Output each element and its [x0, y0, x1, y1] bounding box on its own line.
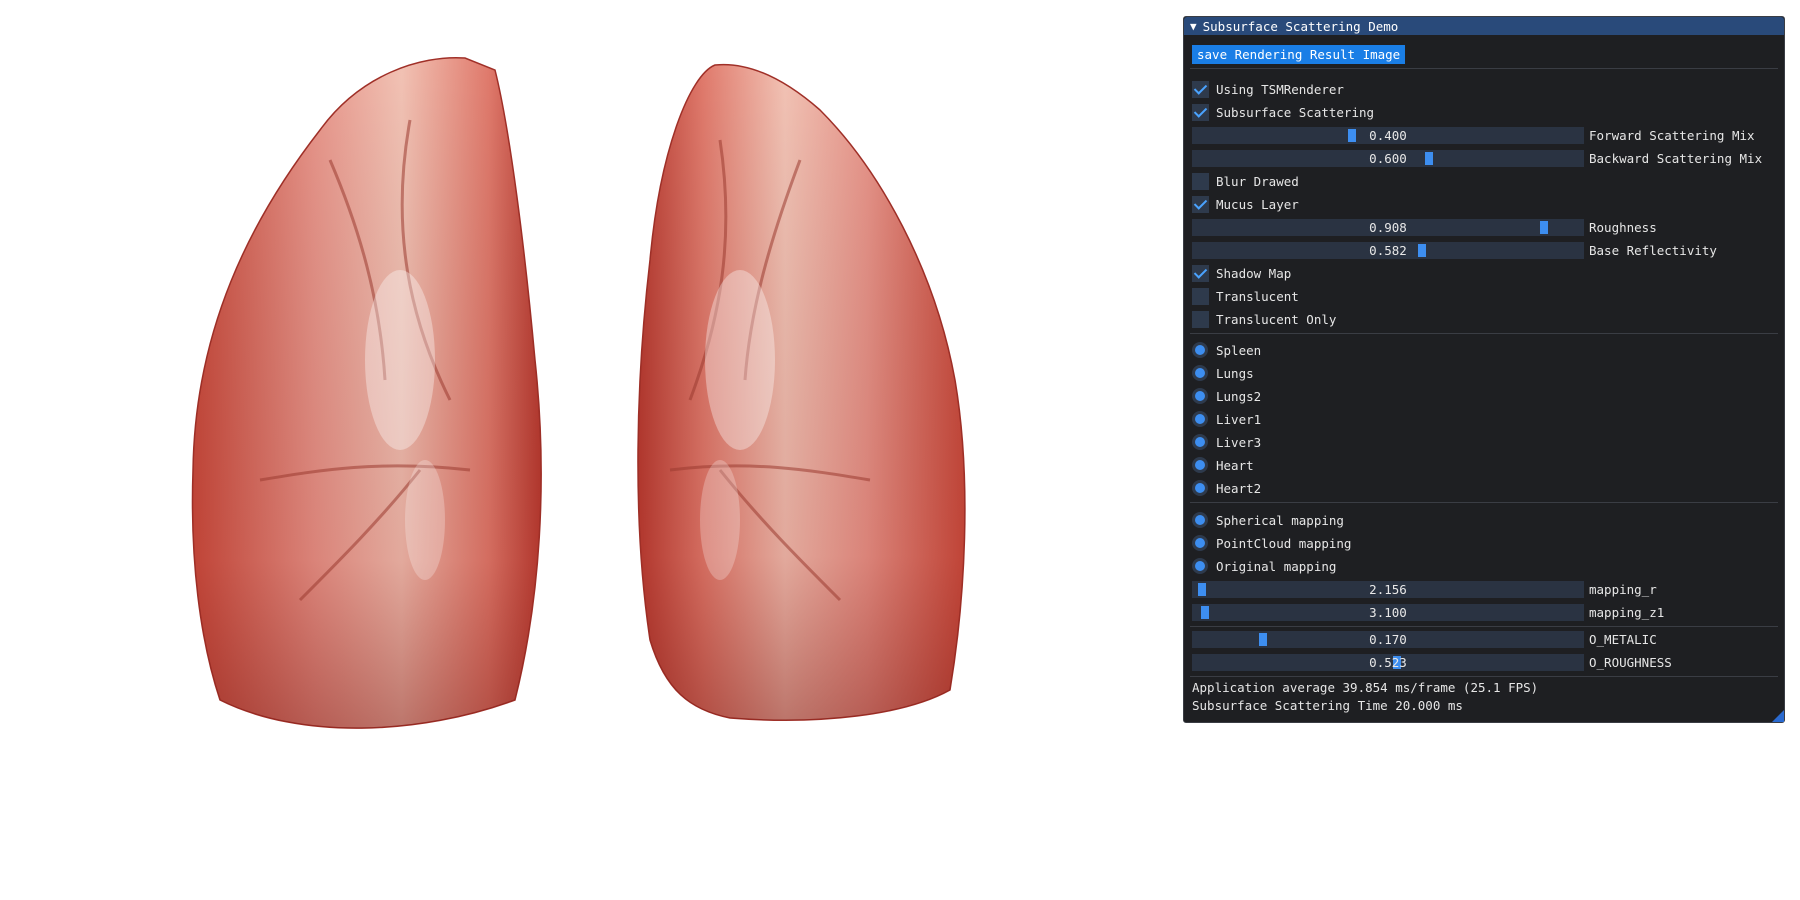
radio-row-spherical-mapping[interactable]: Spherical mapping: [1192, 511, 1776, 529]
slider-mapping-z1[interactable]: 3.100: [1192, 603, 1584, 621]
slider-label: Forward Scattering Mix: [1589, 127, 1755, 143]
slider-roughness[interactable]: 0.908: [1192, 218, 1584, 236]
resize-grip-icon[interactable]: [1772, 710, 1784, 722]
radio-row-original-mapping[interactable]: Original mapping: [1192, 557, 1776, 575]
checkbox-row-tsm-renderer[interactable]: Using TSMRenderer: [1192, 80, 1776, 98]
checkbox-translucent[interactable]: [1192, 287, 1209, 305]
checkbox-label: Translucent: [1216, 288, 1299, 304]
slider-value: 2.156: [1369, 581, 1407, 597]
slider-row-mapping-r[interactable]: 2.156 mapping_r: [1192, 580, 1776, 598]
radio-label: Original mapping: [1216, 558, 1337, 574]
save-image-button[interactable]: save Rendering Result Image: [1192, 45, 1406, 64]
slider-row-backward-scattering[interactable]: 0.600 Backward Scattering Mix: [1192, 149, 1776, 167]
slider-row-mapping-z1[interactable]: 3.100 mapping_z1: [1192, 603, 1776, 621]
slider-row-forward-scattering[interactable]: 0.400 Forward Scattering Mix: [1192, 126, 1776, 144]
slider-value: 0.523: [1369, 654, 1407, 670]
separator: [1190, 68, 1778, 69]
radio-row-lungs[interactable]: Lungs: [1192, 364, 1776, 382]
radio-lungs[interactable]: [1192, 365, 1208, 381]
radio-label: Spleen: [1216, 342, 1262, 358]
separator: [1190, 333, 1778, 334]
slider-value: 0.400: [1369, 127, 1407, 143]
radio-spherical-mapping[interactable]: [1192, 512, 1208, 528]
checkbox-row-translucent-only[interactable]: Translucent Only: [1192, 310, 1776, 328]
window-titlebar[interactable]: ▼ Subsurface Scattering Demo: [1184, 17, 1784, 35]
render-viewport[interactable]: [0, 0, 1180, 900]
slider-label: O_METALIC: [1589, 631, 1657, 647]
slider-forward-scattering[interactable]: 0.400: [1192, 126, 1584, 144]
slider-mapping-r[interactable]: 2.156: [1192, 580, 1584, 598]
separator: [1190, 502, 1778, 503]
settings-window[interactable]: ▼ Subsurface Scattering Demo save Render…: [1183, 16, 1785, 723]
separator: [1190, 676, 1778, 677]
radio-spleen[interactable]: [1192, 342, 1208, 358]
radio-heart[interactable]: [1192, 457, 1208, 473]
slider-value: 0.170: [1369, 631, 1407, 647]
slider-row-o-roughness[interactable]: 0.523 O_ROUGHNESS: [1192, 653, 1776, 671]
radio-liver3[interactable]: [1192, 434, 1208, 450]
radio-label: Lungs: [1216, 365, 1254, 381]
radio-label: Heart2: [1216, 480, 1262, 496]
slider-row-roughness[interactable]: 0.908 Roughness: [1192, 218, 1776, 236]
checkbox-shadow-map[interactable]: [1192, 264, 1209, 282]
checkbox-row-shadow-map[interactable]: Shadow Map: [1192, 264, 1776, 282]
sss-time-stat: Subsurface Scattering Time 20.000 ms: [1192, 698, 1463, 713]
radio-liver1[interactable]: [1192, 411, 1208, 427]
checkbox-label: Using TSMRenderer: [1216, 81, 1344, 97]
checkbox-tsm-renderer[interactable]: [1192, 80, 1209, 98]
collapse-arrow-icon[interactable]: ▼: [1190, 20, 1197, 33]
checkbox-subsurface-scattering[interactable]: [1192, 103, 1209, 121]
radio-row-heart[interactable]: Heart: [1192, 456, 1776, 474]
window-title: Subsurface Scattering Demo: [1202, 18, 1399, 34]
radio-heart2[interactable]: [1192, 480, 1208, 496]
checkbox-blur-drawed[interactable]: [1192, 172, 1209, 190]
slider-value: 0.908: [1369, 219, 1407, 235]
radio-label: Heart: [1216, 457, 1254, 473]
fps-stat: Application average 39.854 ms/frame (25.…: [1192, 680, 1539, 695]
checkbox-label: Shadow Map: [1216, 265, 1292, 281]
slider-row-o-metalic[interactable]: 0.170 O_METALIC: [1192, 630, 1776, 648]
radio-label: PointCloud mapping: [1216, 535, 1352, 551]
separator: [1190, 626, 1778, 627]
checkbox-label: Mucus Layer: [1216, 196, 1299, 212]
radio-lungs2[interactable]: [1192, 388, 1208, 404]
checkbox-row-blur-drawed[interactable]: Blur Drawed: [1192, 172, 1776, 190]
checkbox-mucus-layer[interactable]: [1192, 195, 1209, 213]
slider-label: Base Reflectivity: [1589, 242, 1717, 258]
slider-backward-scattering[interactable]: 0.600: [1192, 149, 1584, 167]
radio-row-pointcloud-mapping[interactable]: PointCloud mapping: [1192, 534, 1776, 552]
slider-value: 0.600: [1369, 150, 1407, 166]
radio-row-liver1[interactable]: Liver1: [1192, 410, 1776, 428]
slider-o-roughness[interactable]: 0.523: [1192, 653, 1584, 671]
checkbox-label: Blur Drawed: [1216, 173, 1299, 189]
slider-label: Backward Scattering Mix: [1589, 150, 1763, 166]
radio-row-spleen[interactable]: Spleen: [1192, 341, 1776, 359]
radio-row-liver3[interactable]: Liver3: [1192, 433, 1776, 451]
checkbox-label: Translucent Only: [1216, 311, 1337, 327]
checkbox-row-mucus-layer[interactable]: Mucus Layer: [1192, 195, 1776, 213]
slider-label: O_ROUGHNESS: [1589, 654, 1672, 670]
slider-base-reflectivity[interactable]: 0.582: [1192, 241, 1584, 259]
slider-row-base-reflectivity[interactable]: 0.582 Base Reflectivity: [1192, 241, 1776, 259]
radio-label: Liver1: [1216, 411, 1262, 427]
checkbox-translucent-only[interactable]: [1192, 310, 1209, 328]
lungs-render: [191, 56, 966, 729]
slider-label: Roughness: [1589, 219, 1657, 235]
radio-label: Spherical mapping: [1216, 512, 1344, 528]
checkbox-row-subsurface[interactable]: Subsurface Scattering: [1192, 103, 1776, 121]
radio-row-heart2[interactable]: Heart2: [1192, 479, 1776, 497]
slider-value: 3.100: [1369, 604, 1407, 620]
checkbox-label: Subsurface Scattering: [1216, 104, 1375, 120]
radio-pointcloud-mapping[interactable]: [1192, 535, 1208, 551]
radio-original-mapping[interactable]: [1192, 558, 1208, 574]
slider-label: mapping_r: [1589, 581, 1657, 597]
radio-row-lungs2[interactable]: Lungs2: [1192, 387, 1776, 405]
slider-o-metalic[interactable]: 0.170: [1192, 630, 1584, 648]
radio-label: Lungs2: [1216, 388, 1262, 404]
slider-label: mapping_z1: [1589, 604, 1665, 620]
checkbox-row-translucent[interactable]: Translucent: [1192, 287, 1776, 305]
slider-value: 0.582: [1369, 242, 1407, 258]
radio-label: Liver3: [1216, 434, 1262, 450]
